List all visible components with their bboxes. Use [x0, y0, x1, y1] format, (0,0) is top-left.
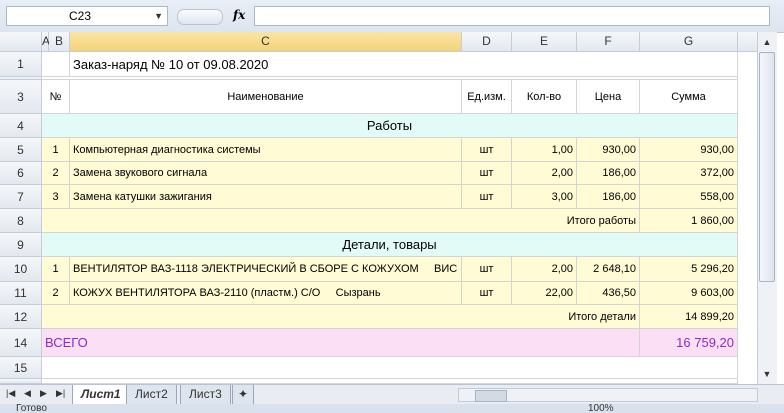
- tab-sheet3[interactable]: Лист3: [180, 385, 231, 405]
- row-header[interactable]: 4: [0, 114, 42, 138]
- column-header-a[interactable]: A: [42, 32, 50, 52]
- zoom-level[interactable]: 100%: [588, 404, 614, 413]
- formula-input[interactable]: [254, 6, 770, 26]
- work-qty[interactable]: 2,00: [512, 162, 577, 185]
- part-qty[interactable]: 2,00: [512, 257, 577, 282]
- works-section-title[interactable]: Работы: [42, 114, 738, 138]
- work-unit[interactable]: шт: [462, 162, 512, 185]
- work-price[interactable]: 186,00: [577, 162, 640, 185]
- row-header[interactable]: 7: [0, 185, 42, 209]
- status-bar: Готово 100%: [0, 404, 784, 413]
- tab-sheet1[interactable]: Лист1: [72, 385, 130, 405]
- row-header[interactable]: 11: [0, 282, 42, 305]
- grand-total-label[interactable]: ВСЕГО: [42, 329, 640, 357]
- work-name[interactable]: Замена звукового сигнала: [70, 162, 462, 185]
- next-sheet-icon[interactable]: ▶: [40, 388, 47, 399]
- work-sum[interactable]: 558,00: [640, 185, 738, 209]
- sheet-tab-bar: |◀ ◀ ▶ ▶| Лист1 Лист2 Лист3 ✦: [0, 384, 784, 405]
- formula-bar-splitter[interactable]: [177, 9, 223, 25]
- row-header[interactable]: 9: [0, 233, 42, 257]
- row-header[interactable]: 1: [0, 52, 42, 77]
- part-price[interactable]: 2 648,10: [577, 257, 640, 282]
- scroll-up-icon[interactable]: ▲: [759, 34, 775, 50]
- name-box[interactable]: C23 ▼: [6, 6, 168, 26]
- insert-sheet-icon[interactable]: ✦: [232, 385, 255, 405]
- part-name[interactable]: КОЖУХ ВЕНТИЛЯТОРА ВАЗ-2110 (пластм.) С/О…: [70, 282, 462, 305]
- tab-sheet2[interactable]: Лист2: [126, 385, 177, 405]
- select-all-corner[interactable]: [0, 32, 42, 52]
- vertical-scroll-thumb[interactable]: [759, 52, 775, 282]
- header-qty[interactable]: Кол-во: [512, 80, 577, 114]
- cell[interactable]: [42, 52, 70, 77]
- part-unit[interactable]: шт: [462, 282, 512, 305]
- document-title[interactable]: Заказ-наряд № 10 от 09.08.2020: [70, 52, 462, 77]
- work-sum[interactable]: 930,00: [640, 138, 738, 162]
- row-header[interactable]: 3: [0, 80, 42, 114]
- prev-sheet-icon[interactable]: ◀: [24, 388, 31, 399]
- first-sheet-icon[interactable]: |◀: [6, 388, 15, 399]
- last-sheet-icon[interactable]: ▶|: [56, 388, 65, 399]
- column-header-g[interactable]: G: [640, 32, 738, 52]
- formula-controls: fx: [171, 4, 251, 28]
- part-num[interactable]: 1: [42, 257, 70, 282]
- column-header-d[interactable]: D: [462, 32, 512, 52]
- work-num[interactable]: 1: [42, 138, 70, 162]
- part-sum[interactable]: 9 603,00: [640, 282, 738, 305]
- work-num[interactable]: 3: [42, 185, 70, 209]
- insert-function-icon[interactable]: fx: [233, 8, 245, 22]
- header-sum[interactable]: Сумма: [640, 80, 738, 114]
- scroll-down-icon[interactable]: ▼: [759, 366, 775, 382]
- part-qty[interactable]: 22,00: [512, 282, 577, 305]
- parts-section-title[interactable]: Детали, товары: [42, 233, 738, 257]
- row-header[interactable]: 14: [0, 329, 42, 357]
- works-total-value[interactable]: 1 860,00: [640, 209, 738, 233]
- horizontal-scrollbar[interactable]: [458, 388, 758, 402]
- part-name[interactable]: ВЕНТИЛЯТОР ВАЗ-1118 ЭЛЕКТРИЧЕСКИЙ В СБОР…: [70, 257, 462, 282]
- row-header[interactable]: 15: [0, 357, 42, 379]
- work-qty[interactable]: 1,00: [512, 138, 577, 162]
- work-num[interactable]: 2: [42, 162, 70, 185]
- row-header[interactable]: 5: [0, 138, 42, 162]
- column-header-b[interactable]: B: [49, 32, 70, 52]
- column-header-h[interactable]: [738, 32, 757, 52]
- work-sum[interactable]: 372,00: [640, 162, 738, 185]
- work-price[interactable]: 186,00: [577, 185, 640, 209]
- part-sum[interactable]: 5 296,20: [640, 257, 738, 282]
- horizontal-scroll-thumb[interactable]: [475, 390, 507, 402]
- works-total-label[interactable]: Итого работы: [42, 209, 640, 233]
- name-box-value: C23: [69, 9, 92, 23]
- cell[interactable]: [462, 52, 738, 77]
- row-header[interactable]: 12: [0, 305, 42, 329]
- header-unit[interactable]: Ед.изм.: [462, 80, 512, 114]
- grand-total-value[interactable]: 16 759,20: [640, 329, 738, 357]
- parts-total-value[interactable]: 14 899,20: [640, 305, 738, 329]
- work-unit[interactable]: шт: [462, 185, 512, 209]
- row-header[interactable]: 6: [0, 162, 42, 185]
- row-header[interactable]: 8: [0, 209, 42, 233]
- column-header-c[interactable]: C: [70, 32, 462, 52]
- column-header-f[interactable]: F: [577, 32, 640, 52]
- status-mode: Готово: [16, 404, 47, 413]
- part-price[interactable]: 436,50: [577, 282, 640, 305]
- header-price[interactable]: Цена: [577, 80, 640, 114]
- cell[interactable]: [42, 357, 738, 379]
- formula-bar: C23 ▼ fx: [0, 0, 784, 33]
- work-name[interactable]: Компьютерная диагностика системы: [70, 138, 462, 162]
- column-header-e[interactable]: E: [512, 32, 577, 52]
- work-name[interactable]: Замена катушки зажигания: [70, 185, 462, 209]
- row-header[interactable]: 10: [0, 257, 42, 282]
- work-qty[interactable]: 3,00: [512, 185, 577, 209]
- parts-total-label[interactable]: Итого детали: [42, 305, 640, 329]
- work-price[interactable]: 930,00: [577, 138, 640, 162]
- vertical-scrollbar[interactable]: ▲ ▼: [757, 32, 777, 384]
- header-num[interactable]: №: [42, 80, 70, 114]
- name-box-dropdown-icon[interactable]: ▼: [154, 7, 163, 25]
- header-name[interactable]: Наименование: [70, 80, 462, 114]
- work-unit[interactable]: шт: [462, 138, 512, 162]
- part-num[interactable]: 2: [42, 282, 70, 305]
- part-unit[interactable]: шт: [462, 257, 512, 282]
